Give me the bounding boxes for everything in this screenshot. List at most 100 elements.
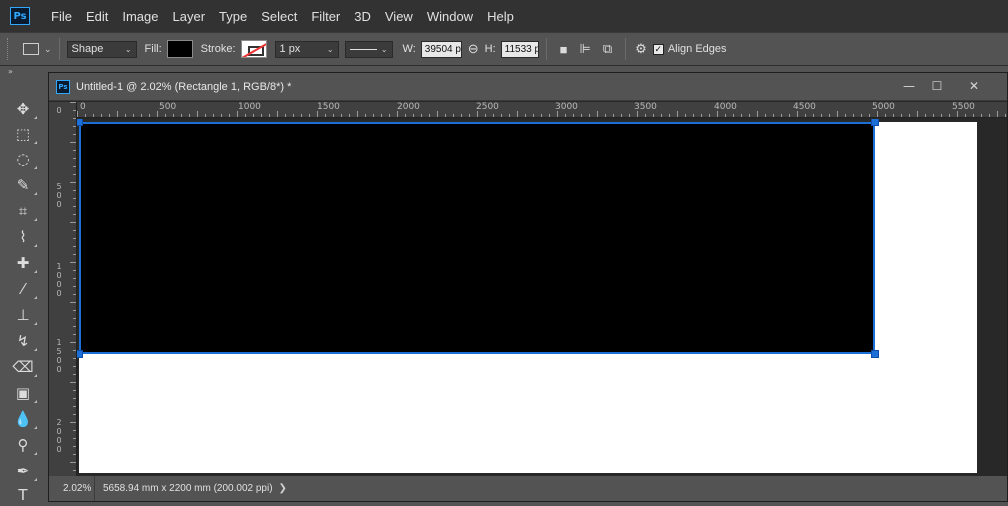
chevron-down-icon: ⌄ [326,44,334,54]
lasso-icon: ◌ [16,150,30,168]
ruler-tick [757,111,758,117]
menu-edit[interactable]: Edit [79,9,115,24]
menu-image[interactable]: Image [115,9,165,24]
transform-handle[interactable] [871,119,879,126]
ruler-tick [797,111,798,117]
options-grip[interactable] [7,38,11,60]
vertical-ruler[interactable]: 0500100015002000 [49,102,77,478]
horizontal-ruler[interactable]: 0 500 1000 1500 2000 2500 3000 3500 4000… [77,102,1007,118]
quick-select-tool[interactable]: ✎ [11,174,37,196]
document-tab[interactable]: Ps Untitled-1 @ 2.02% (Rectangle 1, RGB/… [49,73,1007,101]
ruler-tick [285,114,286,117]
width-input[interactable]: 39504 p [420,40,462,58]
close-icon[interactable]: ✕ [959,78,989,94]
ruler-tick [693,114,694,117]
gear-icon[interactable]: ⚙ [635,41,647,57]
healing-brush-tool[interactable]: ✚ [11,252,37,274]
menu-type[interactable]: Type [212,9,254,24]
blur-tool[interactable]: 💧 [11,408,37,430]
ruler-tick [125,114,126,117]
crop-tool[interactable]: ⌗ [11,200,37,222]
brush-tool[interactable]: ⁄ [11,278,37,300]
clone-stamp-tool[interactable]: ⊥ [11,304,37,326]
dodge-tool[interactable]: ⚲ [11,434,37,456]
menu-file[interactable]: File [44,9,79,24]
ruler-tick [261,114,262,117]
ruler-tick [565,114,566,117]
ruler-tick [70,222,76,223]
fill-label: Fill: [144,43,162,55]
link-icon[interactable]: ⊖ [468,41,479,57]
ruler-tick [85,114,86,117]
stroke-color-swatch[interactable] [240,40,267,58]
height-input[interactable]: 11533 p [500,40,539,58]
document-window: Ps Untitled-1 @ 2.02% (Rectangle 1, RGB/… [48,72,1008,502]
history-brush-tool[interactable]: ↯ [11,330,37,352]
align-edges-checkbox[interactable]: ✓ [652,43,664,55]
gradient-tool[interactable]: ▣ [11,382,37,404]
ruler-tick [653,114,654,117]
status-bar: 2.02% 5658.94 mm x 2200 mm (200.002 ppi)… [49,476,1007,501]
chevron-right-icon[interactable]: ❯ [279,483,287,494]
marquee-icon: ⬚ [15,125,31,143]
marquee-tool[interactable]: ⬚ [11,123,37,145]
path-alignment-icon[interactable]: ⊫ [580,41,591,57]
eyedropper-tool[interactable]: ⌇ [11,226,37,248]
ruler-tick [957,111,958,117]
menu-select[interactable]: Select [254,9,304,24]
photoshop-logo-icon: Ps [10,7,30,25]
collapse-toolbar-icon[interactable]: » [0,66,46,78]
pen-icon: ✒ [16,462,30,480]
move-tool[interactable]: ✥ [11,98,37,120]
transform-handle[interactable] [77,119,83,126]
ruler-label: 0 [80,102,86,112]
stroke-type-select[interactable]: ⌄ [344,40,393,58]
path-arrangement-icon[interactable]: ⧉ [603,41,612,57]
ruler-label: 1000 [55,262,63,298]
menu-help[interactable]: Help [480,9,521,24]
minimize-icon[interactable]: — [894,78,924,94]
ruler-tick [429,114,430,117]
stroke-width-field[interactable]: 1 px ⌄ [274,40,339,58]
ruler-tick [949,114,950,117]
ruler-tick [213,114,214,117]
tool-mode-select[interactable]: Shape ⌄ [66,40,137,58]
ruler-tick [253,114,254,117]
fill-color-swatch[interactable] [166,40,193,58]
path-operations-icon[interactable]: ■ [560,42,568,57]
menu-3d[interactable]: 3D [347,9,378,24]
eraser-tool[interactable]: ⌫ [11,356,37,378]
transform-handle[interactable] [77,350,83,358]
rectangle-tool-preset-icon[interactable] [23,43,39,55]
ruler-digit: 5 [56,347,62,356]
ruler-tick [73,390,76,391]
rectangle-shape[interactable] [79,122,875,354]
ruler-tick [73,174,76,175]
ruler-tick [70,422,76,423]
type-tool[interactable]: T [11,484,35,506]
ruler-tick [73,470,76,471]
ruler-tick [237,111,238,117]
menu-window[interactable]: Window [420,9,480,24]
menu-view[interactable]: View [378,9,420,24]
ruler-tick [877,111,878,117]
ruler-tick [813,114,814,117]
ruler-tick [293,114,294,117]
quick-select-icon: ✎ [16,176,30,194]
ruler-tick [685,114,686,117]
ruler-tick [789,114,790,117]
document-canvas[interactable] [77,119,977,473]
transform-handle[interactable] [871,350,879,358]
menu-filter[interactable]: Filter [304,9,347,24]
ruler-tick [885,114,886,117]
pen-tool[interactable]: ✒ [11,460,37,482]
lasso-tool[interactable]: ◌ [11,148,37,170]
chevron-down-icon[interactable]: ⌄ [44,44,52,55]
canvas-area[interactable] [77,119,1007,474]
zoom-level-field[interactable]: 2.02% [49,476,95,501]
ruler-digit: 0 [56,280,62,289]
maximize-icon[interactable]: ☐ [922,78,952,94]
ruler-tick [493,114,494,117]
ruler-label: 2500 [476,102,499,112]
menu-layer[interactable]: Layer [166,9,213,24]
